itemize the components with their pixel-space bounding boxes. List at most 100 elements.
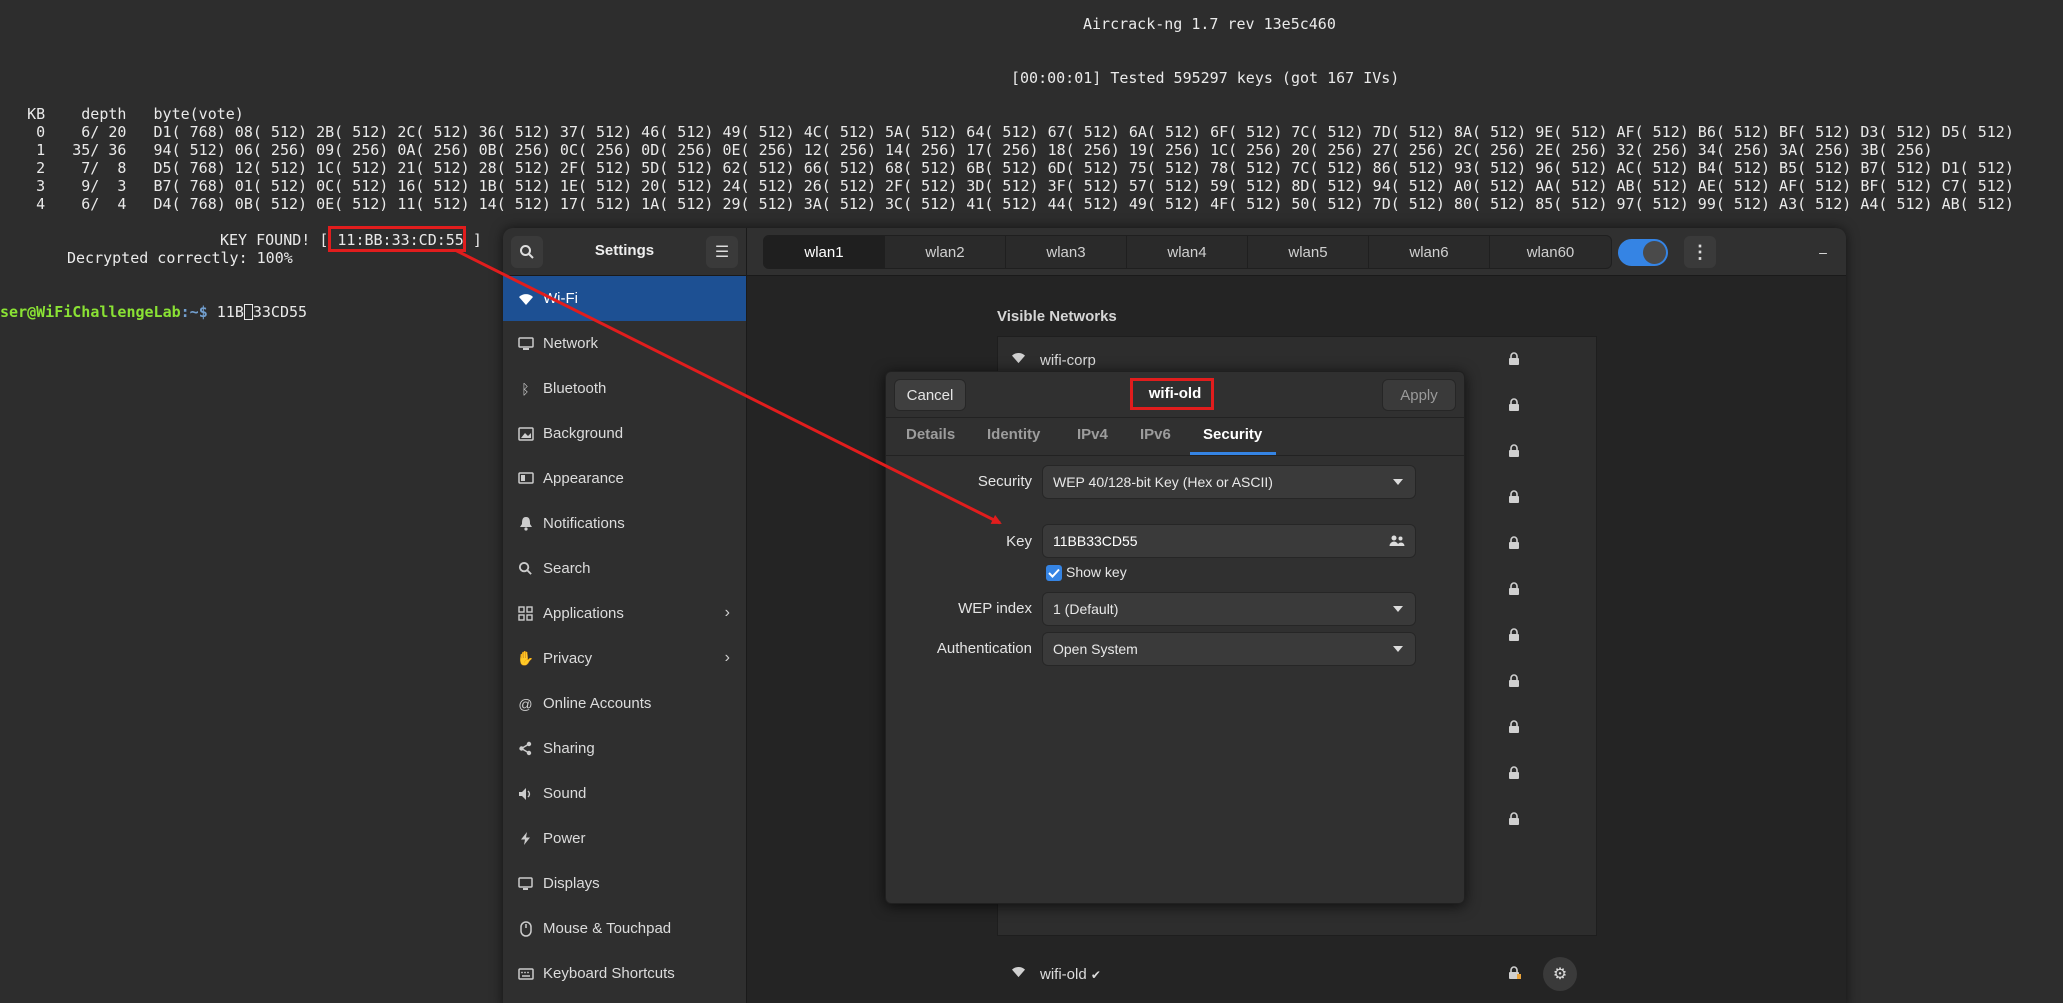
lock-icon xyxy=(1509,536,1519,549)
wifi-toggle[interactable] xyxy=(1618,239,1668,266)
prompt-path: :~$ xyxy=(180,303,208,321)
security-select[interactable]: WEP 40/128-bit Key (Hex or ASCII) xyxy=(1042,465,1416,499)
lock-icon xyxy=(1509,352,1519,365)
header-bar: wlan1 wlan2 wlan3 wlan4 wlan5 wlan6 wlan… xyxy=(747,228,1846,276)
lock-icon xyxy=(1509,812,1519,825)
check-icon xyxy=(1048,568,1060,578)
speaker-icon xyxy=(517,785,534,802)
tab-wlan1[interactable]: wlan1 xyxy=(764,236,885,268)
device-tabs: wlan1 wlan2 wlan3 wlan4 wlan5 wlan6 wlan… xyxy=(763,235,1612,269)
background-icon xyxy=(517,425,534,442)
network-name: wifi-old xyxy=(1040,966,1087,983)
sidebar-item-wifi[interactable]: Wi-Fi xyxy=(503,276,746,321)
sidebar-item-label: Applications xyxy=(543,605,624,622)
tab-wlan3[interactable]: wlan3 xyxy=(1006,236,1127,268)
sidebar-item-network[interactable]: Network xyxy=(503,321,746,366)
show-key-checkbox[interactable] xyxy=(1046,565,1062,581)
sidebar-item-background[interactable]: Background xyxy=(503,411,746,456)
sidebar-item-sound[interactable]: Sound xyxy=(503,771,746,816)
wep-index-select[interactable]: 1 (Default) xyxy=(1042,592,1416,626)
key-highlight-box xyxy=(328,226,466,252)
tab-wlan6[interactable]: wlan6 xyxy=(1369,236,1490,268)
share-icon xyxy=(517,740,534,757)
authentication-label: Authentication xyxy=(936,640,1032,657)
decrypted-line: Decrypted correctly: 100% xyxy=(67,249,293,267)
sidebar-item-mouse-touchpad[interactable]: Mouse & Touchpad xyxy=(503,906,746,951)
menu-button[interactable]: ☰ xyxy=(706,236,738,268)
sidebar-item-privacy[interactable]: ✋ Privacy › xyxy=(503,636,746,681)
command-text-rest: 33CD55 xyxy=(252,303,308,321)
visible-networks-title: Visible Networks xyxy=(997,308,1117,325)
sidebar-item-label: Mouse & Touchpad xyxy=(543,920,672,937)
hand-icon: ✋ xyxy=(516,650,535,666)
display-icon xyxy=(517,875,534,892)
terminal-header: Aircrack-ng 1.7 rev 13e5c460 xyxy=(1083,15,1336,33)
sidebar-item-sharing[interactable]: Sharing xyxy=(503,726,746,771)
tab-security[interactable]: Security xyxy=(1203,426,1262,443)
sidebar-item-notifications[interactable]: Notifications xyxy=(503,501,746,546)
key-input[interactable]: 11BB33CD55 xyxy=(1042,524,1416,558)
tab-ipv4[interactable]: IPv4 xyxy=(1077,426,1108,443)
sidebar-item-power[interactable]: Power xyxy=(503,816,746,861)
tab-details[interactable]: Details xyxy=(906,426,955,443)
at-icon: @ xyxy=(518,695,533,712)
security-label: Security xyxy=(977,473,1032,490)
check-icon: ✔ xyxy=(1090,968,1101,982)
security-value: WEP 40/128-bit Key (Hex or ASCII) xyxy=(1053,474,1273,490)
sidebar-item-label: Sound xyxy=(543,785,587,802)
sidebar-item-search[interactable]: Search xyxy=(503,546,746,591)
terminal-row: 1 35/ 36 94( 512) 06( 256) 09( 256) 0A( … xyxy=(0,141,1933,159)
tab-wlan4[interactable]: wlan4 xyxy=(1127,236,1248,268)
chevron-down-icon xyxy=(1393,646,1403,652)
sidebar: Wi-Fi Network ᛒ Bluetooth Background App… xyxy=(503,276,747,1003)
terminal-row: 4 6/ 4 D4( 768) 0B( 512) 0E( 512) 11( 51… xyxy=(0,195,2014,213)
apply-button[interactable]: Apply xyxy=(1382,379,1456,411)
sidebar-item-label: Search xyxy=(543,560,591,577)
more-options-button[interactable]: ⋮ xyxy=(1684,236,1716,268)
minimize-button[interactable]: – xyxy=(1813,242,1833,262)
sidebar-item-online-accounts[interactable]: @ Online Accounts xyxy=(503,681,746,726)
chevron-right-icon: › xyxy=(724,604,730,621)
tab-wlan60[interactable]: wlan60 xyxy=(1490,236,1611,268)
terminal-tested-line: [00:00:01] Tested 595297 keys (got 167 I… xyxy=(1011,69,1400,87)
dialog-header: Cancel wifi-old Apply xyxy=(886,372,1464,418)
tab-wlan2[interactable]: wlan2 xyxy=(885,236,1006,268)
authentication-select[interactable]: Open System xyxy=(1042,632,1416,666)
wifi-signal-icon xyxy=(1012,966,1025,978)
sidebar-item-keyboard-shortcuts[interactable]: Keyboard Shortcuts xyxy=(503,951,746,996)
network-settings-button[interactable]: ⚙ xyxy=(1543,957,1577,991)
lock-icon xyxy=(1509,582,1519,595)
mouse-icon xyxy=(517,920,534,937)
tab-identity[interactable]: Identity xyxy=(987,426,1040,443)
sidebar-item-label: Privacy xyxy=(543,650,593,667)
sidebar-item-label: Notifications xyxy=(543,515,625,532)
terminal-row: 3 9/ 3 B7( 768) 01( 512) 0C( 512) 16( 51… xyxy=(0,177,2014,195)
tab-ipv6[interactable]: IPv6 xyxy=(1140,426,1171,443)
lock-icon xyxy=(1509,674,1519,687)
prompt-line[interactable]: user@WiFiChallengeLab:~$ 11B 33CD55 xyxy=(0,303,307,321)
power-icon xyxy=(517,830,534,847)
network-name: wifi-corp xyxy=(1040,352,1096,369)
lock-icon xyxy=(1509,398,1519,411)
sidebar-item-applications[interactable]: Applications › xyxy=(503,591,746,636)
sidebar-header: Settings ☰ xyxy=(503,228,747,276)
chevron-down-icon xyxy=(1393,479,1403,485)
sidebar-item-label: Bluetooth xyxy=(543,380,607,397)
connected-network-row[interactable]: wifi-old ✔ xyxy=(998,951,1598,997)
sidebar-item-label: Wi-Fi xyxy=(543,290,578,307)
chevron-right-icon: › xyxy=(724,649,730,666)
sidebar-item-displays[interactable]: Displays xyxy=(503,861,746,906)
network-settings-dialog: Cancel wifi-old Apply Details Identity I… xyxy=(885,371,1465,904)
show-key-label[interactable]: Show key xyxy=(1066,564,1127,580)
tab-wlan5[interactable]: wlan5 xyxy=(1248,236,1369,268)
kebab-icon: ⋮ xyxy=(1691,241,1709,262)
lock-icon xyxy=(1509,628,1519,641)
bluetooth-icon: ᛒ xyxy=(521,380,530,397)
sidebar-item-appearance[interactable]: Appearance xyxy=(503,456,746,501)
hamburger-icon: ☰ xyxy=(714,244,730,261)
sidebar-item-bluetooth[interactable]: ᛒ Bluetooth xyxy=(503,366,746,411)
key-value: 11BB33CD55 xyxy=(1053,533,1138,549)
terminal-row: 0 6/ 20 D1( 768) 08( 512) 2B( 512) 2C( 5… xyxy=(0,123,2014,141)
wep-index-label: WEP index xyxy=(958,600,1032,617)
prompt-user: user@WiFiChallengeLab xyxy=(0,303,181,321)
